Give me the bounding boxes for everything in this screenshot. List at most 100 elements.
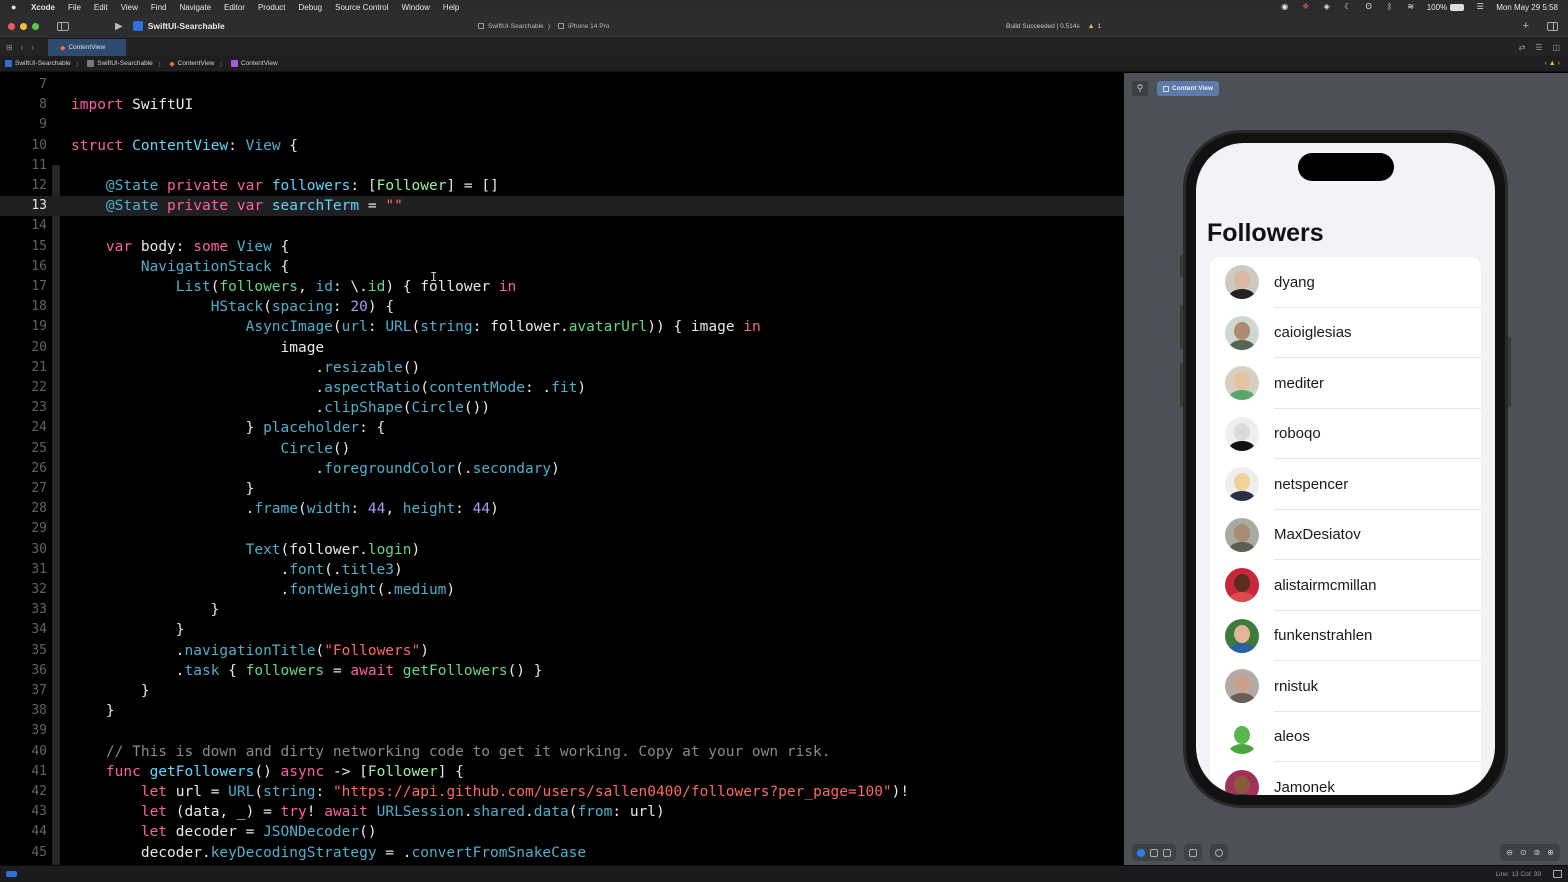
moon-icon[interactable]: ☾ (1343, 3, 1353, 11)
zoom-fit-icon[interactable]: ⊚ (1534, 848, 1541, 857)
code-text[interactable]: .aspectRatio(contentMode: .fit) (71, 378, 586, 398)
follower-row[interactable]: dyang (1210, 257, 1481, 308)
zoom-100-icon[interactable]: ⊙ (1520, 848, 1527, 857)
code-line[interactable]: 44 let decoder = JSONDecoder() (0, 822, 1124, 842)
code-text[interactable]: let decoder = JSONDecoder() (71, 822, 377, 842)
code-line[interactable]: 26 .foregroundColor(.secondary) (0, 459, 1124, 479)
follower-row[interactable]: funkenstrahlen (1210, 611, 1481, 661)
breadcrumb-group[interactable]: SwiftUI-Searchable (97, 60, 153, 67)
selectable-mode-icon[interactable] (1150, 848, 1158, 857)
code-line[interactable]: 41 func getFollowers() async -> [Followe… (0, 762, 1124, 782)
destination-device[interactable]: iPhone 14 Pro (568, 23, 609, 30)
code-text[interactable]: } (71, 681, 150, 701)
live-mode-icon[interactable] (1137, 848, 1145, 857)
menu-editor[interactable]: Editor (224, 3, 245, 12)
code-line[interactable]: 16 NavigationStack { (0, 257, 1124, 277)
code-line[interactable]: 36 .task { followers = await getFollower… (0, 661, 1124, 681)
navigator-toggle-icon[interactable] (57, 21, 69, 31)
code-text[interactable]: struct ContentView: View { (71, 136, 298, 156)
tab-contentview[interactable]: ◆ ContentView (48, 39, 127, 56)
menu-debug[interactable]: Debug (299, 3, 323, 12)
code-line[interactable]: 39 (0, 721, 1124, 741)
destination-scheme[interactable]: SwiftUI-Searchable (488, 23, 544, 30)
code-line[interactable]: 12 @State private var followers: [Follow… (0, 176, 1124, 196)
code-text[interactable]: .task { followers = await getFollowers()… (71, 661, 543, 681)
grid-icon[interactable]: ⊞ (6, 43, 13, 52)
code-line[interactable]: 21 .resizable() (0, 358, 1124, 378)
code-line[interactable]: 29 (0, 519, 1124, 539)
breadcrumb-project[interactable]: SwiftUI-Searchable (15, 60, 71, 67)
split-editor-icon[interactable]: ◫ (1552, 43, 1560, 52)
menu-view[interactable]: View (121, 3, 138, 12)
warning-count[interactable]: 1 (1098, 23, 1102, 30)
code-text[interactable]: .resizable() (71, 358, 420, 378)
code-text[interactable]: .fontWeight(.medium) (71, 580, 456, 600)
code-text[interactable]: AsyncImage(url: URL(string: follower.ava… (71, 317, 761, 337)
zoom-out-icon[interactable]: ⊖ (1506, 848, 1513, 857)
code-text[interactable]: var body: some View { (71, 237, 289, 257)
code-text[interactable]: let (data, _) = try! await URLSession.sh… (71, 802, 665, 822)
code-line[interactable]: 37 } (0, 681, 1124, 701)
breadcrumb-symbol[interactable]: ContentView (241, 60, 278, 67)
code-text[interactable]: .foregroundColor(.secondary) (71, 459, 559, 479)
code-line[interactable]: 28 .frame(width: 44, height: 44) (0, 499, 1124, 519)
menu-edit[interactable]: Edit (94, 3, 108, 12)
menu-navigate[interactable]: Navigate (179, 3, 211, 12)
code-line[interactable]: 11 (0, 156, 1124, 176)
code-line[interactable]: 32 .fontWeight(.medium) (0, 580, 1124, 600)
dropbox-icon[interactable]: ❖ (1301, 3, 1311, 11)
code-text[interactable]: NavigationStack { (71, 257, 289, 277)
follower-row[interactable]: caioiglesias (1210, 308, 1481, 358)
menu-find[interactable]: Find (151, 3, 167, 12)
code-line[interactable]: 31 .font(.title3) (0, 560, 1124, 580)
code-text[interactable]: } (71, 600, 220, 620)
run-button[interactable]: ▶ (115, 21, 123, 32)
hide-debug-area-icon[interactable] (1553, 870, 1562, 878)
code-text[interactable]: @State private var followers: [Follower]… (71, 176, 499, 196)
follower-row[interactable]: netspencer (1210, 459, 1481, 510)
code-text[interactable]: } placeholder: { (71, 418, 386, 438)
follower-row[interactable]: alistairmcmillan (1210, 560, 1481, 611)
record-icon[interactable]: ◉ (1280, 3, 1290, 11)
code-text[interactable]: decoder.keyDecodingStrategy = .convertFr… (71, 843, 586, 863)
code-line[interactable]: 27 } (0, 479, 1124, 499)
forward-icon[interactable]: › (31, 43, 34, 52)
code-line[interactable]: 40 // This is down and dirty networking … (0, 742, 1124, 762)
code-line[interactable]: 19 AsyncImage(url: URL(string: follower.… (0, 317, 1124, 337)
editor-options-icon[interactable]: ☰ (1535, 43, 1542, 52)
variants-icon[interactable] (1163, 848, 1171, 857)
code-line[interactable]: 45 decoder.keyDecodingStrategy = .conver… (0, 843, 1124, 863)
menu-product[interactable]: Product (258, 3, 286, 12)
scheme-title[interactable]: SwiftUI-Searchable (148, 21, 225, 31)
inspector-toggle-icon[interactable] (1547, 21, 1558, 31)
code-line[interactable]: 25 Circle() (0, 439, 1124, 459)
follower-row[interactable]: mediter (1210, 358, 1481, 409)
menu-clock[interactable]: Mon May 29 5:58 (1496, 3, 1558, 12)
menu-source-control[interactable]: Source Control (335, 3, 388, 12)
menu-xcode[interactable]: Xcode (31, 3, 55, 12)
preview-tab-content-view[interactable]: Content View (1157, 81, 1220, 96)
code-text[interactable]: } (71, 479, 255, 499)
code-text[interactable]: import SwiftUI (71, 95, 193, 115)
follower-row[interactable]: rnistuk (1210, 661, 1481, 712)
code-line[interactable]: 24 } placeholder: { (0, 418, 1124, 438)
device-settings-icon[interactable] (1189, 848, 1197, 857)
code-text[interactable]: .frame(width: 44, height: 44) (71, 499, 499, 519)
follower-row[interactable]: MaxDesiatov (1210, 510, 1481, 560)
code-line[interactable]: 8 import SwiftUI (0, 95, 1124, 115)
code-text[interactable]: image (71, 338, 325, 358)
code-text[interactable]: .navigationTitle("Followers") (71, 641, 429, 661)
code-text[interactable]: Text(follower.login) (71, 540, 421, 560)
code-line[interactable]: 23 .clipShape(Circle()) (0, 398, 1124, 418)
followers-list[interactable]: dyang caioiglesias mediter roboqo netspencer… (1210, 257, 1481, 795)
code-line[interactable]: 33 } (0, 600, 1124, 620)
warning-icon[interactable]: ▲ (1088, 23, 1095, 30)
code-line[interactable]: 7 (0, 75, 1124, 95)
close-window-button[interactable] (8, 22, 15, 30)
bluetooth-icon[interactable]: ᛒ (1385, 3, 1395, 11)
code-line[interactable]: 20 image (0, 338, 1124, 358)
breadcrumb-file[interactable]: ContentView (178, 60, 215, 67)
code-line[interactable]: 38 } (0, 701, 1124, 721)
code-line[interactable]: 9 (0, 115, 1124, 135)
code-text[interactable]: Circle() (71, 439, 351, 459)
